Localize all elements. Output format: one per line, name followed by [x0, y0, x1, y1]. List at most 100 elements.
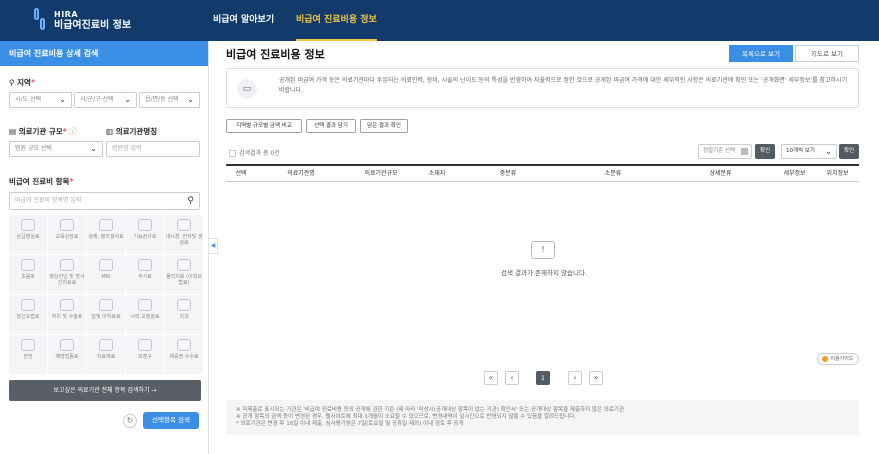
category-specimen[interactable]: 검체, 병리검사료: [87, 215, 125, 254]
specimen-icon: [99, 219, 113, 231]
category-private-room[interactable]: 상급병실료: [9, 215, 47, 254]
next-page-button[interactable]: ›: [568, 371, 582, 385]
chevron-down-icon: ⌄: [90, 144, 97, 153]
category-assistive[interactable]: 보장구: [126, 335, 164, 374]
chevron-left-icon: ◀: [210, 242, 216, 249]
notice-box: ▭ 공개된 비급여 가격 등은 의료기관마다 투입되는 의료인력, 장비, 시술…: [226, 68, 859, 108]
help-icon[interactable]: ⓘ: [69, 127, 77, 136]
endoscope-icon: [177, 219, 191, 231]
vaccine-icon: [60, 339, 74, 351]
category-injection[interactable]: 주사료: [126, 255, 164, 294]
category-materials[interactable]: 치료재료: [87, 335, 125, 374]
result-count: 검색결과 총 0건: [239, 150, 280, 157]
save-selection-button[interactable]: 선택 결과 담기: [306, 119, 356, 133]
category-function-test[interactable]: 기능검사료: [126, 215, 164, 254]
view-saved-button[interactable]: 담은 결과 확인: [360, 119, 408, 133]
notice-text: 공개된 비급여 가격 등은 의료기관마다 투입되는 의료인력, 장비, 시술의 …: [279, 77, 848, 94]
refresh-icon[interactable]: ↻: [123, 414, 137, 428]
category-vision[interactable]: 시력 교정술료: [126, 295, 164, 334]
syringe-icon: [138, 259, 152, 271]
compare-by-region-button[interactable]: 지역별·규모별 금액 비교: [226, 119, 302, 133]
category-vaccination[interactable]: 예방접종료: [48, 335, 86, 374]
materials-icon: [99, 339, 113, 351]
items-label: 비급여 진료비 항목*: [9, 177, 74, 186]
scalpel-icon: [60, 299, 74, 311]
last-page-button[interactable]: »: [589, 371, 603, 385]
category-surgery[interactable]: 처치 및 수술료: [48, 295, 86, 334]
footnote-line: ※ 미제출로 표시되는 기관은 '비급여 진료비용 등의 공개에 관한 기준 (…: [236, 407, 625, 413]
tooth-icon: [177, 299, 191, 311]
nav-about-noncovered[interactable]: 비급여 알아보기: [213, 0, 274, 41]
tab-list-view[interactable]: 목록으로 보기: [729, 45, 793, 62]
sort-confirm-button[interactable]: 확인: [755, 144, 775, 159]
hospital-name-input[interactable]: 병원명 입력: [106, 141, 200, 157]
search-all-items-button[interactable]: 보고싶은 의료기관 전체 항목 검색하기 →: [9, 380, 201, 401]
results-table-header: 선택 의료기관명 의료기관규모 소재지 중분류 소분류 상세분류 세부정보 위치…: [226, 164, 859, 182]
category-ultrasound[interactable]: 초음파: [9, 255, 47, 294]
user-guide-button[interactable]: 이용가이드: [817, 353, 859, 365]
current-page[interactable]: 1: [536, 371, 550, 385]
page-size-confirm-button[interactable]: 확인: [839, 144, 859, 159]
scale-select[interactable]: 병원 규모 선택 ⌄: [9, 141, 103, 157]
search-icon[interactable]: ⚲: [187, 193, 194, 209]
eye-icon: [138, 299, 152, 311]
category-anesthesia[interactable]: 달빛 마취료료: [87, 295, 125, 334]
location-pin-icon: ⚲: [9, 78, 15, 87]
selected-items-search-button[interactable]: 선택항목 검색: [143, 412, 199, 429]
chevron-down-icon: ⌄: [59, 95, 66, 104]
page-size-select[interactable]: 10개씩 보기 ⌄: [781, 144, 837, 159]
sigungu-select[interactable]: 시/군/구 선택 ⌄: [74, 92, 137, 108]
col-detail-info: 세부정보: [783, 170, 806, 177]
category-endoscopy[interactable]: 내시경, 천자및 생검료: [165, 215, 203, 254]
panel-collapse-button[interactable]: ◀: [209, 238, 218, 254]
footnote-line: * 의료기관은 변경 후 10일 이내 제출, 심사평가원은 7일(토요일 및 …: [236, 421, 464, 427]
chevron-down-icon: ⌄: [124, 95, 131, 104]
col-detail-category: 상세분류: [709, 170, 732, 177]
hospital-icon: ▤: [9, 127, 17, 136]
col-hospital-name: 의료기관명: [287, 170, 315, 177]
category-imaging[interactable]: 영상진단 및 방사선치료료: [48, 255, 86, 294]
empty-result-message: 검색 결과가 존재하지 않습니다.: [500, 269, 587, 277]
sido-select[interactable]: 시/도 선택 ⌄: [9, 92, 72, 108]
ultrasound-icon: [21, 259, 35, 271]
nav-noncovered-cost-info[interactable]: 비급여 진료비용 정보: [296, 0, 377, 41]
category-oriental[interactable]: 한방: [9, 335, 47, 374]
certificate-icon: [177, 339, 191, 351]
col-select: 선택: [235, 170, 247, 177]
education-icon: [60, 219, 74, 231]
alert-icon: !: [531, 241, 555, 259]
eupmyeondong-select[interactable]: 읍/면/동 선택 ⌄: [139, 92, 200, 108]
item-search-input[interactable]: 비급여 진료비 항목명 입력 ⚲: [9, 192, 200, 210]
first-page-button[interactable]: «: [484, 371, 498, 385]
calendar-icon: [741, 148, 748, 155]
therapy-icon: [177, 259, 191, 271]
logo-top-text: HIRA: [54, 10, 79, 19]
category-education[interactable]: 교육상담료: [48, 215, 86, 254]
col-sub-category: 소분류: [604, 170, 622, 177]
category-certificate[interactable]: 제증명 수수료: [165, 335, 203, 374]
panel-title: 비급여 진료비용 상세 검색: [0, 41, 208, 66]
prev-page-button[interactable]: ‹: [505, 371, 519, 385]
select-all-checkbox[interactable]: [229, 150, 236, 157]
monitor-icon: ▭: [237, 79, 257, 99]
brain-icon: [21, 299, 35, 311]
category-physical-therapy[interactable]: 물리치료 (이학요법료): [165, 255, 203, 294]
hira-logo[interactable]: HIRA 비급여진료비 정보: [34, 7, 131, 33]
detail-search-panel: 비급여 진료비용 상세 검색 ⚲ 지역* 시/도 선택 ⌄ 시/군/구 선택 ⌄ 읍…: [0, 41, 209, 454]
tab-map-view[interactable]: 지도로 보기: [795, 45, 859, 62]
xray-icon: [60, 259, 74, 271]
mri-icon: [99, 259, 113, 271]
category-dental[interactable]: 치과: [165, 295, 203, 334]
chevron-down-icon: ⌄: [187, 95, 194, 104]
sort-select[interactable]: 정렬기준 선택: [698, 144, 752, 159]
top-header: HIRA 비급여진료비 정보 비급여 알아보기 비급여 진료비용 정보: [0, 0, 879, 41]
category-psychiatric[interactable]: 정신요법료: [9, 295, 47, 334]
logo-bottom-text: 비급여진료비 정보: [54, 20, 132, 31]
category-mri[interactable]: MRI: [87, 255, 125, 294]
info-icon: [822, 355, 829, 362]
wheelchair-icon: [138, 339, 152, 351]
category-grid: 상급병실료 교육상담료 검체, 병리검사료 기능검사료 내시경, 천자및 생검료…: [9, 215, 203, 374]
function-test-icon: [138, 219, 152, 231]
logo-mark-icon: [34, 7, 48, 33]
building-icon: ▥: [106, 127, 114, 136]
